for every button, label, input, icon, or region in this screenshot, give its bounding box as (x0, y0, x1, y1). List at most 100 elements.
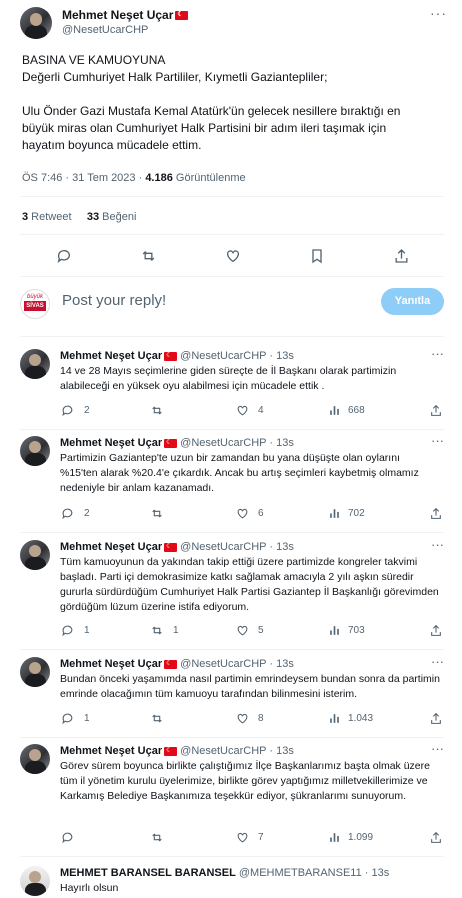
retweet-icon[interactable] (150, 712, 164, 725)
tweet-line: Ulu Önder Gazi Mustafa Kemal Atatürk'ün … (22, 104, 401, 118)
more-options-icon[interactable]: ··· (431, 346, 444, 361)
more-options-icon[interactable]: ··· (431, 741, 444, 756)
reply-actions: 7 1.099 (0, 831, 462, 845)
reply-icon[interactable] (61, 507, 74, 520)
views-count: 1.043 (348, 713, 374, 724)
reply-header: Mehmet Neşet Uçar @NesetUcarCHP · 13s (60, 437, 294, 449)
likes-label: Beğeni (99, 211, 137, 223)
reply-avatar[interactable] (20, 349, 50, 379)
like-icon[interactable] (236, 624, 249, 637)
reply-icon[interactable] (56, 248, 72, 264)
tweet-line: hayatım boyunca mücadele ettim. (22, 138, 202, 152)
author-name[interactable]: Mehmet Neşet Uçar (62, 8, 189, 22)
tweet-stats: 3 Retweet 33 Beğeni (22, 211, 136, 223)
turkey-flag-icon (164, 746, 178, 756)
reply-text: Hayırlı olsun (60, 882, 119, 894)
more-options-icon[interactable]: ··· (430, 5, 447, 21)
reply-icon[interactable] (61, 712, 74, 725)
share-icon[interactable] (430, 507, 442, 520)
more-options-icon[interactable]: ··· (431, 433, 444, 448)
reply-header: Mehmet Neşet Uçar @NesetUcarCHP · 13s (60, 541, 294, 553)
views-icon[interactable] (328, 507, 341, 520)
retweet-count: 1 (173, 625, 179, 636)
likes-count: 33 (86, 211, 100, 223)
bookmark-icon[interactable] (310, 248, 324, 264)
like-icon[interactable] (236, 831, 249, 844)
reply-avatar[interactable] (20, 436, 50, 466)
like-count: 8 (258, 713, 264, 724)
turkey-flag-icon (164, 542, 178, 552)
reply-author-name[interactable]: MEHMET BARANSEL BARANSEL (60, 867, 236, 879)
reply-handle[interactable]: @NesetUcarCHP · 13s (180, 541, 294, 553)
retweet-icon[interactable] (150, 507, 164, 520)
reply-text: Görev sürem boyunca birlikte çalıştığımı… (60, 760, 430, 802)
share-icon[interactable] (430, 831, 442, 844)
retweet-icon[interactable] (150, 624, 164, 637)
avatar-text-main: SİVAS (24, 301, 46, 311)
like-icon[interactable] (225, 248, 241, 264)
reply-count: 1 (84, 713, 90, 724)
views-icon[interactable] (328, 404, 341, 417)
share-icon[interactable] (394, 248, 409, 264)
reply-avatar[interactable] (20, 540, 50, 570)
views-label: Görüntülenme (172, 172, 246, 184)
reply-author-name[interactable]: Mehmet Neşet Uçar (60, 350, 162, 362)
views-icon[interactable] (328, 712, 341, 725)
views-count: 668 (348, 405, 365, 416)
like-icon[interactable] (236, 712, 249, 725)
like-icon[interactable] (236, 507, 249, 520)
reply-icon[interactable] (61, 831, 74, 844)
reply-handle[interactable]: @MEHMETBARANSE11 · 13s (239, 867, 389, 879)
share-icon[interactable] (430, 624, 442, 637)
retweet-icon[interactable] (150, 404, 164, 417)
more-options-icon[interactable]: ··· (431, 537, 444, 552)
avatar-text-top: büyük (26, 294, 43, 300)
reply-button[interactable]: Yanıtla (381, 288, 444, 315)
reply-count: 1 (84, 625, 90, 636)
views-count: 702 (348, 508, 365, 519)
views-icon[interactable] (328, 831, 341, 844)
reply-actions: 1 8 1.043 (0, 712, 462, 726)
tweet-text: BASINA VE KAMUOYUNA Değerli Cumhuriyet H… (22, 52, 442, 154)
share-icon[interactable] (430, 404, 442, 417)
reply-actions: 1 1 5 703 (0, 624, 462, 638)
user-avatar[interactable]: büyük SİVAS (20, 289, 50, 319)
reply-author-name[interactable]: Mehmet Neşet Uçar (60, 541, 162, 553)
retweet-icon[interactable] (140, 248, 157, 264)
reply-avatar[interactable] (20, 744, 50, 774)
reply-avatar[interactable] (20, 657, 50, 687)
views-count: 703 (348, 625, 365, 636)
reply-input[interactable]: Post your reply! (62, 292, 166, 309)
reply-author-name[interactable]: Mehmet Neşet Uçar (60, 745, 162, 757)
reply-author-name[interactable]: Mehmet Neşet Uçar (60, 658, 162, 670)
retweets-stat[interactable]: 3 Retweet (22, 211, 72, 223)
turkey-flag-icon (164, 438, 178, 448)
author-avatar[interactable] (20, 7, 52, 39)
reply-icon[interactable] (61, 404, 74, 417)
reply-handle[interactable]: @NesetUcarCHP · 13s (180, 350, 294, 362)
reply-count: 2 (84, 508, 90, 519)
more-options-icon[interactable]: ··· (431, 654, 444, 669)
reply-avatar[interactable] (20, 866, 50, 896)
reply-handle[interactable]: @NesetUcarCHP · 13s (180, 658, 294, 670)
reply-actions: 2 6 702 (0, 507, 462, 521)
reply-handle[interactable]: @NesetUcarCHP · 13s (180, 745, 294, 757)
like-icon[interactable] (236, 404, 249, 417)
author-handle[interactable]: @NesetUcarCHP (62, 24, 148, 36)
share-icon[interactable] (430, 712, 442, 725)
views-icon[interactable] (328, 624, 341, 637)
tweet-actions (0, 246, 462, 268)
retweet-icon[interactable] (150, 831, 164, 844)
tweet-line (22, 86, 442, 103)
tweet-timestamp[interactable]: ÖS 7:46 · 31 Tem 2023 · (22, 172, 145, 184)
reply-icon[interactable] (61, 624, 74, 637)
likes-stat[interactable]: 33 Beğeni (87, 211, 137, 223)
reply-author-name[interactable]: Mehmet Neşet Uçar (60, 437, 162, 449)
divider (20, 276, 444, 277)
divider (20, 737, 444, 738)
reply-handle[interactable]: @NesetUcarCHP · 13s (180, 437, 294, 449)
turkey-flag-icon (164, 351, 178, 361)
divider (20, 649, 444, 650)
views-count: 1.099 (348, 832, 374, 843)
like-count: 7 (258, 832, 264, 843)
